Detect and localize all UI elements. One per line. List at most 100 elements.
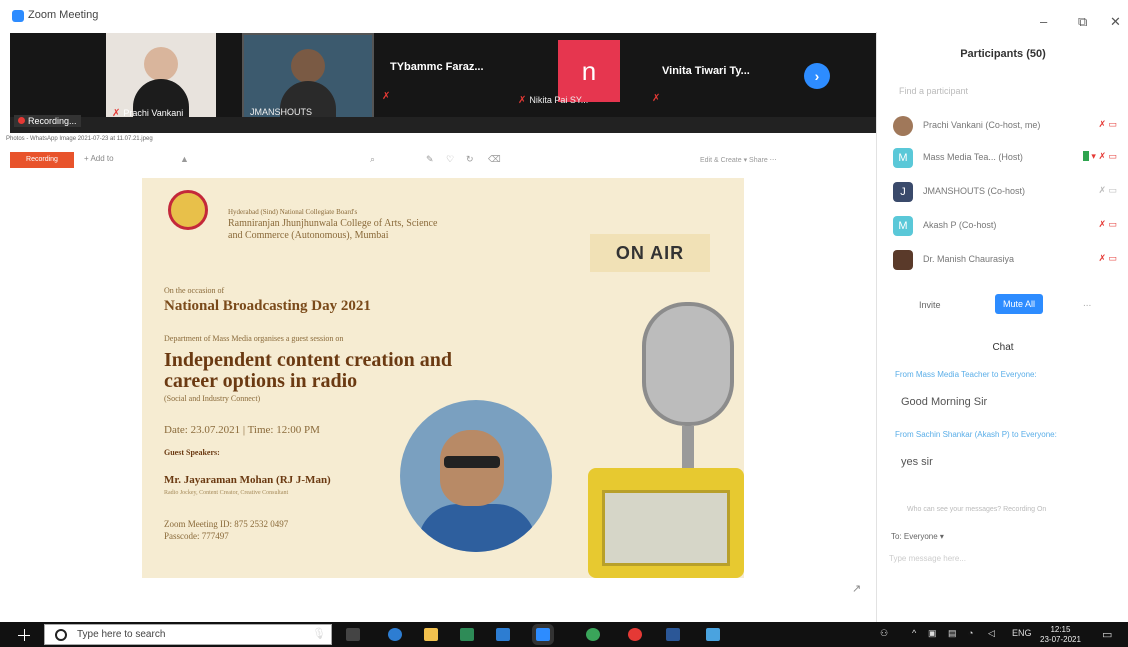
- participant-name: Akash P (Co-host): [923, 220, 997, 230]
- file-explorer-icon[interactable]: [424, 628, 438, 641]
- event-poster: Hyderabad (Sind) National Collegiate Boa…: [142, 178, 744, 578]
- participant-row[interactable]: M Mass Media Tea... (Host) ■ ▾ ✗ ▭: [889, 146, 1121, 172]
- participant-name: Dr. Manish Chaurasiya: [923, 254, 1015, 264]
- invite-button[interactable]: Invite: [919, 300, 941, 310]
- chat-input[interactable]: Type message here...: [889, 554, 966, 563]
- mic-muted-icon[interactable]: ✗ ▭: [1098, 219, 1117, 230]
- wifi-icon[interactable]: ◔: [968, 628, 973, 638]
- mic-muted-icon: ✗: [382, 91, 391, 102]
- recording-label: Recording...: [28, 116, 77, 126]
- participant-row[interactable]: Dr. Manish Chaurasiya ✗ ▭: [889, 248, 1121, 274]
- radio-icon: [588, 468, 744, 578]
- cortana-icon: [55, 629, 67, 641]
- tile-name: Nikita Pai SY...: [529, 95, 589, 105]
- mic-icon[interactable]: ✗ ▭: [1098, 185, 1117, 196]
- mic-muted-icon[interactable]: ■ ▾ ✗ ▭: [1083, 151, 1117, 162]
- college-seal-icon: [168, 190, 208, 230]
- zoom-app-icon[interactable]: [536, 628, 550, 641]
- heart-icon[interactable]: ♡: [446, 154, 454, 165]
- find-participant-input[interactable]: Find a participant: [899, 86, 1109, 96]
- participant-row[interactable]: M Akash P (Co-host) ✗ ▭: [889, 214, 1121, 240]
- chrome-icon[interactable]: [586, 628, 600, 641]
- cursor-icon: ▲: [180, 154, 189, 164]
- shared-red-button[interactable]: Recording: [10, 152, 74, 168]
- delete-icon[interactable]: ⌫: [488, 154, 501, 165]
- chat-message: yes sir: [901, 456, 933, 468]
- edge-icon[interactable]: [388, 628, 402, 641]
- participant-row[interactable]: Prachi Vankani (Co-host, me) ✗ ▭: [889, 114, 1121, 140]
- window-title: Zoom Meeting: [28, 9, 99, 21]
- speaker-suit: [418, 504, 536, 552]
- meeting-info: Zoom Meeting ID: 875 2532 0497 Passcode:…: [164, 519, 289, 541]
- edit-icon[interactable]: ✎: [426, 154, 434, 165]
- network-icon[interactable]: ▤: [948, 628, 957, 639]
- occasion-text: On the occasion of: [164, 286, 225, 295]
- participant-name: JMANSHOUTS (Co-host): [923, 186, 1026, 196]
- microphone-icon: [642, 302, 734, 426]
- mic-muted-icon: ✗: [652, 93, 661, 104]
- add-to-button[interactable]: + Add to: [84, 154, 114, 163]
- mic-muted-icon[interactable]: ✗ ▭: [1098, 253, 1117, 264]
- people-icon[interactable]: ⚇: [880, 628, 888, 639]
- zoom-logo-icon: [12, 10, 24, 22]
- avatar: [893, 250, 913, 270]
- avatar: M: [893, 148, 913, 168]
- video-tile[interactable]: JMANSHOUTS: [242, 33, 374, 123]
- chevron-right-icon[interactable]: ›: [804, 63, 830, 89]
- tile-name[interactable]: TYbammc Faraz...: [390, 61, 484, 73]
- tile-name: JMANSHOUTS: [250, 107, 313, 117]
- session-subtitle: (Social and Industry Connect): [164, 394, 261, 403]
- speaker-face: [440, 430, 504, 506]
- chat-title: Chat: [992, 342, 1014, 353]
- chat-message: Good Morning Sir: [901, 396, 988, 408]
- zoom-icon[interactable]: ⌕: [370, 154, 375, 165]
- taskbar-search[interactable]: Type here to search: [44, 624, 332, 645]
- photos-icon[interactable]: [706, 628, 720, 641]
- avatar-letter[interactable]: n: [558, 40, 620, 102]
- minimize-button[interactable]: –: [1040, 14, 1047, 29]
- mail-icon[interactable]: [496, 628, 510, 641]
- zoom-window: Zoom Meeting – ⧉ ✕ ✗ Prachi Vankani JMANS…: [0, 0, 1128, 647]
- participant-face: [144, 47, 178, 81]
- rotate-icon[interactable]: ↻: [466, 154, 474, 165]
- restore-button[interactable]: ⧉: [1078, 14, 1087, 30]
- volume-icon[interactable]: ◁: [988, 628, 995, 639]
- viewer-toolbar[interactable]: Edit & Create ▾ Share ⋯: [700, 156, 777, 164]
- close-button[interactable]: ✕: [1110, 14, 1121, 30]
- expand-icon[interactable]: ↗: [852, 582, 861, 595]
- chat-sender: From Mass Media Teacher to Everyone:: [895, 370, 1037, 379]
- search-placeholder: Type here to search: [77, 629, 166, 640]
- participant-name: Prachi Vankani (Co-host, me): [923, 120, 1041, 130]
- windows-taskbar: Type here to search 🎙 ⚇ ^ ▣ ▤ ◔ ◁ ENG 12…: [0, 622, 1128, 647]
- windows-start-icon[interactable]: [18, 629, 30, 641]
- tray-chevron-up-icon[interactable]: ^: [912, 628, 916, 638]
- word-icon[interactable]: [666, 628, 680, 641]
- radio-grill: [602, 490, 730, 566]
- media-icon[interactable]: [628, 628, 642, 641]
- recording-indicator[interactable]: Recording...: [14, 115, 81, 127]
- speaker-photo: [400, 400, 552, 552]
- guest-label: Guest Speakers:: [164, 448, 220, 457]
- task-view-icon[interactable]: [346, 628, 360, 641]
- more-button[interactable]: ...: [1083, 298, 1091, 309]
- chat-privacy-note: Who can see your messages? Recording On: [907, 506, 1047, 513]
- tile-name[interactable]: Vinita Tiwari Ty...: [662, 65, 750, 77]
- strip-footer: [10, 117, 876, 133]
- video-tile[interactable]: ✗ Prachi Vankani: [106, 33, 216, 123]
- chat-recipient-select[interactable]: To: Everyone ▾: [891, 532, 944, 541]
- language-indicator[interactable]: ENG: [1012, 628, 1032, 638]
- mute-all-button[interactable]: Mute All: [995, 294, 1043, 314]
- clock[interactable]: 12:15 23-07-2021: [1040, 625, 1081, 645]
- notification-icon[interactable]: ▭: [1102, 628, 1112, 641]
- mic-muted-icon[interactable]: ✗ ▭: [1098, 119, 1117, 130]
- guest-name: Mr. Jayaraman Mohan (RJ J-Man): [164, 474, 331, 486]
- on-air-sign: ON AIR: [590, 234, 710, 272]
- microphone-icon[interactable]: 🎙: [312, 627, 326, 640]
- store-icon[interactable]: [460, 628, 474, 641]
- avatar: M: [893, 216, 913, 236]
- event-title: National Broadcasting Day 2021: [164, 298, 371, 314]
- tray-app-icon[interactable]: ▣: [928, 628, 937, 639]
- participant-row[interactable]: J JMANSHOUTS (Co-host) ✗ ▭: [889, 180, 1121, 206]
- participants-title: Participants (50): [960, 48, 1046, 60]
- record-dot-icon: [18, 117, 25, 124]
